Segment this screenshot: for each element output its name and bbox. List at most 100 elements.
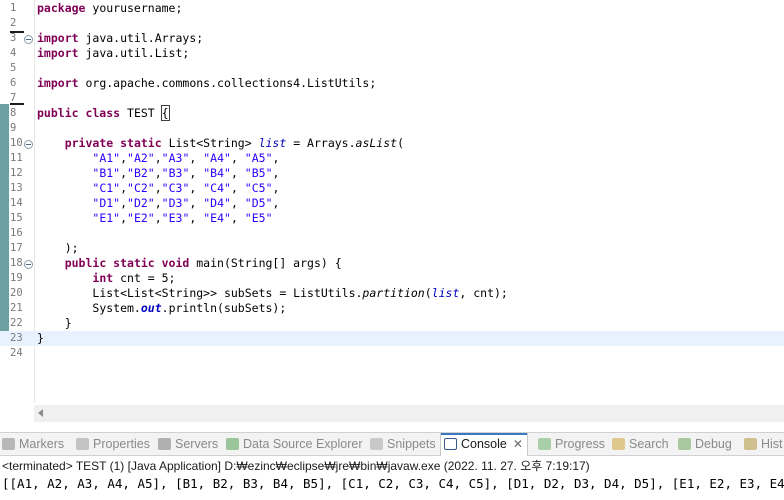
console-output[interactable]: [[A1, A2, A3, A4, A5], [B1, B2, B3, B4, … — [2, 475, 784, 493]
code-line[interactable]: 19 int cnt = 5; — [0, 271, 784, 286]
code-line[interactable]: 4 import java.util.List; — [0, 46, 784, 61]
keyword: import — [37, 31, 79, 45]
panel-tab-bar: Markers Properties Servers Data Source E… — [0, 432, 784, 456]
code-line[interactable]: 11 "A1","A2","A3", "A4", "A5", — [0, 151, 784, 166]
line-number: 2 — [10, 17, 17, 29]
string-literal: "A5" — [244, 151, 273, 165]
string-literal: "D4" — [203, 196, 231, 210]
tab-data-source-explorer[interactable]: Data Source Explorer — [226, 433, 363, 455]
code-text: TEST — [120, 106, 162, 120]
code-text: } — [37, 331, 44, 345]
line-number: 4 — [10, 47, 17, 59]
line-number: 17 — [10, 242, 23, 254]
keyword: int — [92, 271, 114, 285]
servers-icon — [158, 438, 171, 450]
code-line[interactable]: 9 — [0, 121, 784, 136]
static-field: out — [140, 301, 162, 315]
code-line[interactable]: 14 "D1","D2","D3", "D4", "D5", — [0, 196, 784, 211]
snippets-icon — [370, 438, 383, 450]
keyword: private static — [64, 136, 162, 150]
code-line[interactable]: 5 — [0, 61, 784, 76]
string-literal: "A4" — [203, 151, 231, 165]
tab-snippets[interactable]: Snippets — [370, 433, 436, 455]
code-text: org.apache.commons.collections4.ListUtil… — [78, 76, 377, 90]
history-icon — [744, 438, 757, 450]
string-literal: "B5" — [244, 166, 273, 180]
close-icon[interactable]: ✕ — [513, 433, 523, 455]
string-literal: "A1" — [92, 151, 121, 165]
string-literal: "B1" — [92, 166, 121, 180]
code-line[interactable]: 22 } — [0, 316, 784, 331]
fold-collapse-icon[interactable] — [24, 140, 33, 149]
fold-collapse-icon[interactable] — [24, 35, 33, 44]
line-number: 21 — [10, 302, 23, 314]
code-text: } — [64, 316, 72, 330]
line-number: 13 — [10, 182, 23, 194]
code-line[interactable]: 3 import java.util.Arrays; — [0, 31, 784, 46]
field-name: list — [431, 286, 460, 300]
code-text: ( — [397, 136, 405, 150]
code-line[interactable]: 1 package yourusername; — [0, 1, 784, 16]
tab-label: Snippets — [387, 437, 436, 451]
tab-properties[interactable]: Properties — [76, 433, 150, 455]
field-name: list — [258, 136, 287, 150]
line-number: 23 — [10, 332, 23, 344]
line-number: 14 — [10, 197, 23, 209]
string-literal: "D1" — [92, 196, 121, 210]
tab-label: Progress — [555, 437, 606, 451]
tab-console[interactable]: Console ✕ — [440, 433, 528, 456]
line-number: 12 — [10, 167, 23, 179]
code-text: .println(subSets); — [161, 301, 287, 315]
tab-search[interactable]: Search — [612, 433, 669, 455]
keyword: package — [37, 1, 86, 15]
tab-label: Hist — [761, 437, 783, 451]
code-text: cnt = 5; — [113, 271, 176, 285]
method-call: asList — [355, 136, 398, 150]
tab-label: Search — [629, 437, 669, 451]
code-text: main(String[] args) { — [189, 256, 342, 270]
line-number: 6 — [10, 77, 17, 89]
tab-servers[interactable]: Servers — [158, 433, 218, 455]
code-line[interactable]: public static void main(String[] args) { — [0, 256, 784, 271]
keyword: import — [37, 76, 79, 90]
code-line[interactable]: 10 private static List<String> list = Ar… — [0, 136, 784, 151]
line-number: 9 — [10, 122, 17, 134]
data-source-icon — [226, 438, 239, 450]
code-text: , cnt); — [459, 286, 508, 300]
tab-history[interactable]: Hist — [744, 433, 783, 455]
current-code-line[interactable]: 23 } — [0, 331, 784, 346]
string-literal: "D5" — [244, 196, 273, 210]
code-line[interactable]: 15 "E1","E2","E3", "E4", "E5" — [0, 211, 784, 226]
tab-debug[interactable]: Debug — [678, 433, 732, 455]
code-line[interactable]: 2 — [0, 16, 784, 31]
debug-icon — [678, 438, 691, 450]
tab-label: Markers — [19, 437, 65, 451]
code-line[interactable]: 20 List<List<String>> subSets = ListUtil… — [0, 286, 784, 301]
code-line[interactable]: 17 ); — [0, 241, 784, 256]
string-literal: "C2" — [127, 181, 155, 195]
string-literal: "B4" — [203, 166, 231, 180]
code-line[interactable]: 13 "C1","C2","C3", "C4", "C5", — [0, 181, 784, 196]
line-number: 16 — [10, 227, 23, 239]
tab-progress[interactable]: Progress — [538, 433, 605, 455]
tab-label: Servers — [175, 437, 219, 451]
scroll-left-arrow-icon[interactable] — [38, 409, 43, 417]
code-line[interactable]: 6 import org.apache.commons.collections4… — [0, 76, 784, 91]
code-line[interactable]: 16 — [0, 226, 784, 241]
progress-icon — [538, 438, 551, 450]
code-line[interactable]: 21 System.out.println(subSets); — [0, 301, 784, 316]
horizontal-scrollbar[interactable] — [34, 405, 784, 422]
tab-markers[interactable]: Markers — [2, 433, 64, 455]
line-number: 20 — [10, 287, 23, 299]
code-line[interactable]: 7 — [0, 91, 784, 106]
line-number: 11 — [10, 152, 23, 164]
code-line[interactable]: 24 — [0, 346, 784, 361]
string-literal: "E5" — [244, 211, 273, 225]
code-line[interactable]: 8 public class TEST { — [0, 105, 784, 121]
code-line[interactable]: 12 "B1","B2","B3", "B4", "B5", — [0, 166, 784, 181]
string-literal: "C5" — [244, 181, 273, 195]
properties-icon — [76, 438, 89, 450]
string-literal: "D2" — [127, 196, 155, 210]
console-status-line: <terminated> TEST (1) [Java Application]… — [2, 459, 590, 473]
code-editor[interactable]: 1 package yourusername; 2 3 import java.… — [0, 0, 784, 403]
